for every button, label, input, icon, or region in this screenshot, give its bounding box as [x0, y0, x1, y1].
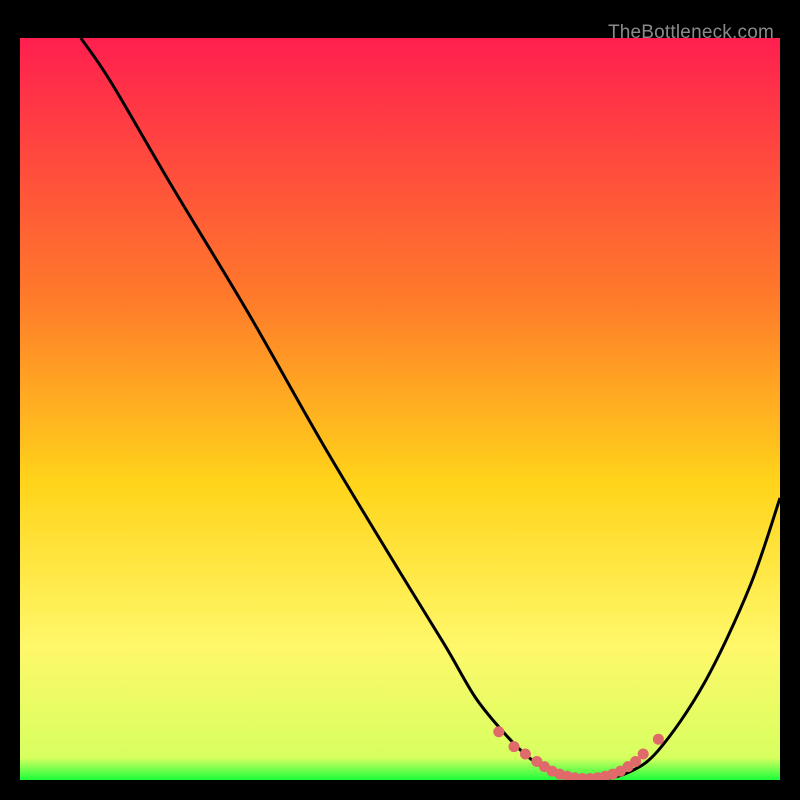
valley-dot [509, 741, 520, 752]
chart-canvas [20, 20, 780, 780]
watermark-label: TheBottleneck.com [608, 22, 774, 44]
chart-background [20, 38, 780, 780]
valley-dot [493, 726, 504, 737]
valley-dot [638, 749, 649, 760]
chart-frame: TheBottleneck.com [20, 20, 780, 780]
valley-dot [653, 734, 664, 745]
valley-dot [520, 749, 531, 760]
